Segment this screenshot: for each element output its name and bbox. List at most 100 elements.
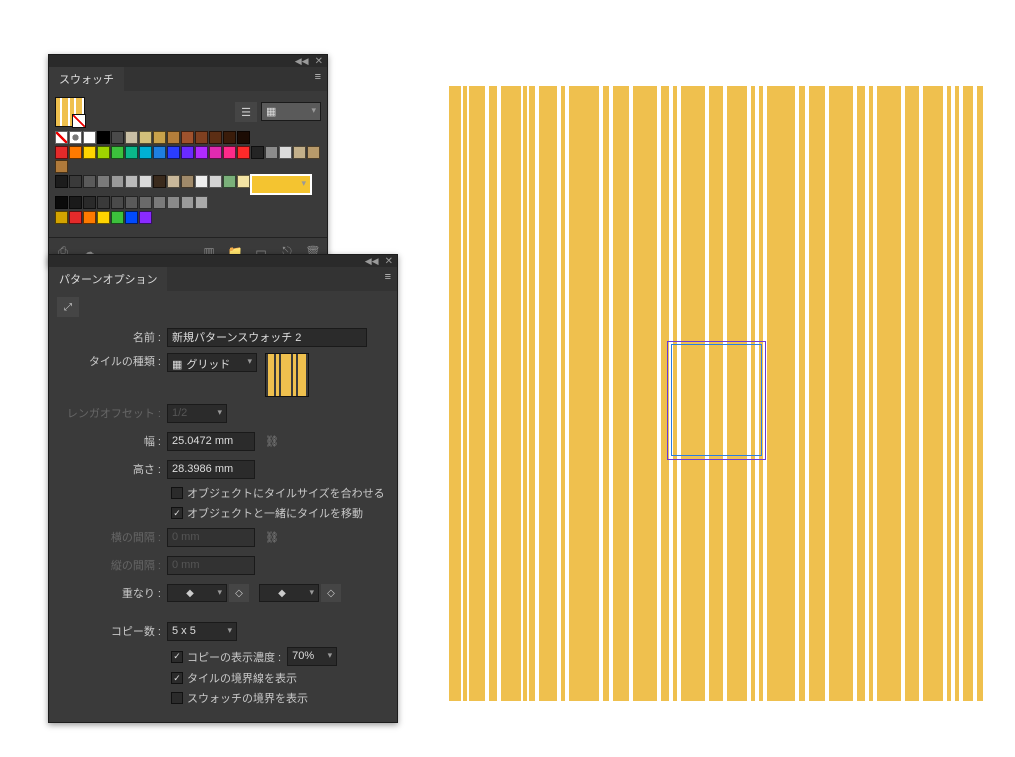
swatch[interactable] [125, 175, 138, 188]
swatch[interactable] [153, 146, 166, 159]
stripe [809, 86, 825, 701]
swatch[interactable] [69, 175, 82, 188]
show-swatch-checkbox[interactable] [171, 692, 183, 704]
swatch[interactable] [251, 146, 264, 159]
swatch[interactable] [97, 175, 110, 188]
swatch[interactable] [237, 131, 250, 144]
swatch[interactable] [55, 146, 68, 159]
swatch[interactable] [83, 175, 96, 188]
name-input[interactable] [167, 328, 367, 347]
swatch[interactable] [139, 196, 152, 209]
swatch[interactable] [69, 211, 82, 224]
swatch[interactable] [83, 196, 96, 209]
stripe [877, 86, 901, 701]
copies-select[interactable]: 5 x 5 [167, 622, 237, 641]
swatch[interactable] [181, 146, 194, 159]
swatch[interactable] [111, 211, 124, 224]
swatch[interactable] [139, 146, 152, 159]
overlap-top-button[interactable]: ◆ [259, 584, 319, 602]
size-to-art-checkbox[interactable] [171, 487, 183, 499]
overlap-bottom-button[interactable]: ◇ [321, 584, 341, 602]
swatch[interactable] [265, 146, 278, 159]
overlap-right-button[interactable]: ◇ [229, 584, 249, 602]
swatch[interactable] [167, 146, 180, 159]
panel-menu-icon[interactable]: ≡ [309, 67, 327, 91]
swatch[interactable] [223, 146, 236, 159]
swatch[interactable] [83, 211, 96, 224]
swatch[interactable] [139, 211, 152, 224]
swatch[interactable] [195, 175, 208, 188]
swatch[interactable] [223, 131, 236, 144]
swatch[interactable] [293, 146, 306, 159]
pattern-canvas[interactable] [445, 86, 985, 701]
swatch[interactable] [139, 175, 152, 188]
panel-collapse-bar[interactable]: ◀◀ ✕ [49, 255, 397, 267]
overlap-left-button[interactable]: ◆ [167, 584, 227, 602]
close-icon[interactable]: ✕ [385, 256, 393, 267]
swatch[interactable] [209, 146, 222, 159]
swatch[interactable] [153, 175, 166, 188]
swatch[interactable] [69, 196, 82, 209]
collapse-icon[interactable]: ◀◀ [365, 256, 379, 267]
swatch[interactable] [307, 146, 320, 159]
panel-menu-icon[interactable]: ≡ [379, 267, 397, 291]
swatch[interactable] [125, 146, 138, 159]
swatch[interactable] [125, 196, 138, 209]
height-input[interactable] [167, 460, 255, 479]
swatch[interactable] [139, 131, 152, 144]
tab-swatches[interactable]: スウォッチ [49, 67, 124, 91]
panel-collapse-bar[interactable]: ◀◀ ✕ [49, 55, 327, 67]
tiletype-select[interactable]: ▦グリッド [167, 353, 257, 372]
move-with-art-checkbox[interactable] [171, 507, 183, 519]
close-icon[interactable]: ✕ [315, 56, 323, 67]
swatch[interactable] [97, 211, 110, 224]
swatch[interactable] [181, 175, 194, 188]
swatch[interactable] [97, 196, 110, 209]
swatch[interactable] [97, 146, 110, 159]
tile-edge-tool-button[interactable]: ⤢ [57, 297, 79, 317]
swatch[interactable] [167, 131, 180, 144]
width-input[interactable] [167, 432, 255, 451]
swatch[interactable] [237, 146, 250, 159]
show-tile-checkbox[interactable] [171, 672, 183, 684]
swatch[interactable] [69, 146, 82, 159]
swatch[interactable] [195, 146, 208, 159]
link-wh-icon[interactable]: ⛓ [263, 432, 281, 450]
swatch[interactable] [83, 146, 96, 159]
swatch[interactable] [195, 196, 208, 209]
swatch[interactable] [223, 175, 236, 188]
swatch[interactable] [83, 131, 96, 144]
list-view-button[interactable]: ☰ [235, 102, 257, 122]
swatch[interactable] [125, 131, 138, 144]
swatch[interactable] [153, 131, 166, 144]
swatch[interactable] [125, 211, 138, 224]
dim-checkbox[interactable] [171, 651, 183, 663]
swatch[interactable] [167, 175, 180, 188]
swatch[interactable] [237, 175, 250, 188]
dim-select[interactable]: 70% [287, 647, 337, 666]
swatch[interactable] [195, 131, 208, 144]
swatch[interactable] [111, 196, 124, 209]
swatch[interactable] [181, 196, 194, 209]
swatch[interactable] [111, 146, 124, 159]
swatch[interactable] [55, 131, 68, 144]
grid-view-button[interactable]: ▦ [261, 102, 321, 121]
tab-pattern-options[interactable]: パターンオプション [49, 267, 167, 291]
swatch[interactable] [279, 146, 292, 159]
swatch[interactable] [167, 196, 180, 209]
swatch[interactable] [181, 131, 194, 144]
swatch[interactable] [209, 131, 222, 144]
collapse-icon[interactable]: ◀◀ [295, 56, 309, 67]
swatch-selected[interactable] [251, 175, 311, 194]
swatch[interactable] [153, 196, 166, 209]
swatch[interactable] [69, 131, 82, 144]
swatch[interactable] [111, 175, 124, 188]
swatch[interactable] [111, 131, 124, 144]
swatch[interactable] [97, 131, 110, 144]
swatch[interactable] [209, 175, 222, 188]
swatch[interactable] [55, 175, 68, 188]
swatch[interactable] [55, 196, 68, 209]
swatch[interactable] [55, 211, 68, 224]
current-fill-swatch[interactable] [55, 97, 85, 127]
swatch[interactable] [55, 160, 68, 173]
